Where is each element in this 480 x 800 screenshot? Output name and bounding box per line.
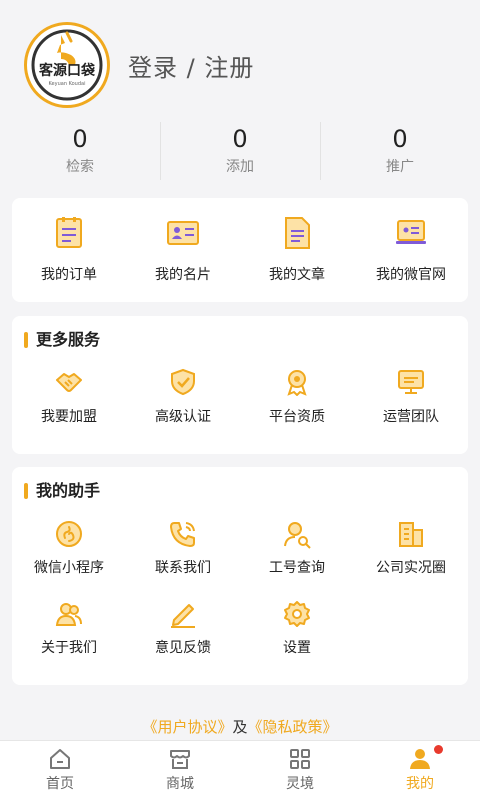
assistant-item-label: 设置: [283, 640, 311, 656]
profile-header: 客源口袋 Keyuan Koudai 登录 / 注册: [0, 0, 480, 112]
monitor-icon: [398, 370, 424, 394]
stat-search[interactable]: 0 检索: [0, 118, 160, 188]
user-search-icon: [284, 522, 311, 549]
stat-add[interactable]: 0 添加: [160, 118, 320, 188]
quick-item-label: 我的文章: [269, 267, 325, 283]
tab-store[interactable]: 商城: [120, 741, 240, 800]
store-icon: [170, 750, 190, 769]
stat-label: 添加: [226, 159, 254, 175]
more-services-card: 更多服务 我要加盟 高级认证 平台资质 运营团队: [12, 316, 468, 454]
privacy-policy-link[interactable]: 《隐私政策》: [248, 718, 338, 736]
stat-promote[interactable]: 0 推广: [320, 118, 480, 188]
tab-lingjing[interactable]: 灵境: [240, 741, 360, 800]
bottom-tab-bar: 首页 商城 灵境 我的: [0, 740, 480, 800]
app-logo[interactable]: 客源口袋 Keyuan Koudai: [24, 22, 110, 108]
grid-icon: [290, 749, 310, 769]
svg-text:Keyuan Koudai: Keyuan Koudai: [49, 81, 86, 87]
tab-label: 灵境: [286, 776, 314, 792]
agreement-links: 《用户协议》及《隐私政策》: [0, 716, 480, 737]
tab-label: 我的: [406, 776, 434, 792]
quick-item-label: 我的微官网: [376, 267, 446, 283]
assistant-item-label: 关于我们: [41, 640, 97, 656]
order-icon: [56, 217, 82, 248]
service-item-label: 我要加盟: [41, 409, 97, 425]
assistant-item-company-feed[interactable]: 公司实况圈: [354, 519, 468, 599]
gear-icon: [284, 601, 310, 627]
service-item-label: 平台资质: [269, 409, 325, 425]
article-icon: [285, 217, 310, 249]
kangaroo-logo-icon: 客源口袋 Keyuan Koudai: [31, 29, 103, 101]
users-icon: [55, 603, 82, 626]
login-register-link[interactable]: 登录 / 注册: [128, 48, 254, 83]
section-title: 我的助手: [24, 481, 100, 501]
service-item-certification[interactable]: 高级认证: [126, 368, 240, 426]
pencil-icon: [171, 604, 195, 628]
assistant-item-about[interactable]: 关于我们: [12, 599, 126, 679]
stat-label: 检索: [66, 159, 94, 175]
website-icon: [396, 220, 426, 244]
tab-label: 商城: [166, 776, 194, 792]
agreement-and-text: 及: [232, 718, 248, 736]
quick-item-label: 我的名片: [155, 267, 211, 283]
person-icon: [410, 749, 430, 769]
assistant-item-staff-lookup[interactable]: 工号查询: [240, 519, 354, 599]
my-assistant-card: 我的助手 微信小程序 联系我们 工号查询 公司实况圈 关于我们 意见反馈 设置: [12, 467, 468, 685]
quick-item-microsite[interactable]: 我的微官网: [354, 216, 468, 284]
stat-value: 0: [232, 125, 248, 153]
assistant-item-label: 联系我们: [155, 560, 211, 576]
service-item-label: 高级认证: [155, 409, 211, 425]
tab-home[interactable]: 首页: [0, 741, 120, 800]
stats-row: 0 检索 0 添加 0 推广: [0, 118, 480, 188]
home-icon: [50, 749, 70, 769]
tab-label: 首页: [46, 776, 74, 792]
mini-program-icon: [56, 521, 82, 547]
handshake-icon: [56, 373, 82, 392]
card-icon: [167, 221, 199, 245]
assistant-item-label: 微信小程序: [34, 560, 104, 576]
assistant-item-feedback[interactable]: 意见反馈: [126, 599, 240, 679]
service-item-join[interactable]: 我要加盟: [12, 368, 126, 426]
assistant-item-settings[interactable]: 设置: [240, 599, 354, 679]
quick-actions-card: 我的订单 我的名片 我的文章 我的微官网: [12, 198, 468, 302]
badge-icon: [287, 370, 307, 396]
quick-item-business-card[interactable]: 我的名片: [126, 216, 240, 284]
notification-dot: [434, 745, 443, 754]
assistant-item-label: 工号查询: [269, 560, 325, 576]
service-item-team[interactable]: 运营团队: [354, 368, 468, 426]
assistant-item-label: 意见反馈: [155, 640, 211, 656]
user-agreement-link[interactable]: 《用户协议》: [142, 718, 232, 736]
quick-item-orders[interactable]: 我的订单: [12, 216, 126, 284]
quick-item-articles[interactable]: 我的文章: [240, 216, 354, 284]
quick-item-label: 我的订单: [41, 267, 97, 283]
svg-text:客源口袋: 客源口袋: [38, 62, 96, 79]
building-icon: [399, 522, 423, 547]
assistant-item-label: 公司实况圈: [376, 560, 446, 576]
stat-label: 推广: [386, 159, 414, 175]
assistant-item-mini-program[interactable]: 微信小程序: [12, 519, 126, 599]
service-item-qualification[interactable]: 平台资质: [240, 368, 354, 426]
section-title: 更多服务: [24, 330, 100, 350]
stat-value: 0: [392, 125, 408, 153]
service-item-label: 运营团队: [383, 409, 439, 425]
stat-value: 0: [72, 125, 88, 153]
phone-icon: [170, 522, 195, 547]
tab-mine[interactable]: 我的: [360, 741, 480, 800]
assistant-item-contact[interactable]: 联系我们: [126, 519, 240, 599]
shield-check-icon: [171, 368, 195, 396]
